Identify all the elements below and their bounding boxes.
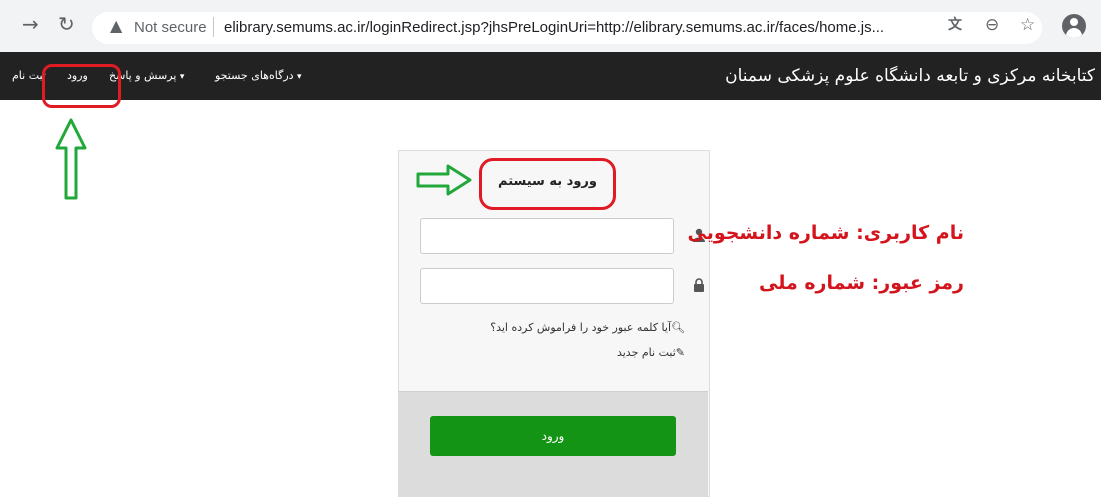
star-icon[interactable]: ☆ — [1020, 16, 1035, 34]
highlight-box-nav-login — [42, 64, 121, 108]
register-new-link[interactable]: ✎ثبت نام جدید — [617, 346, 685, 359]
lock-icon — [693, 278, 705, 295]
green-up-arrow-icon — [55, 118, 87, 200]
login-title: ورود به سیستم — [498, 174, 597, 189]
register-new-label: ثبت نام جدید — [616, 346, 676, 359]
nav-register[interactable]: ثبت نام — [12, 52, 46, 100]
nav-search-portals[interactable]: ▾ درگاه‌های جستجو — [215, 52, 302, 100]
not-secure-label[interactable]: Not secure — [134, 19, 207, 36]
nav-search-portals-label: درگاه‌های جستجو — [215, 69, 294, 82]
url-text[interactable]: elibrary.semums.ac.ir/loginRedirect.jsp?… — [224, 19, 884, 36]
password-hint: رمز عبور: شماره ملی — [758, 272, 964, 294]
password-input[interactable] — [420, 268, 674, 304]
forgot-password-link[interactable]: 🔍︎آیا کلمه عبور خود را فراموش کرده اید؟ — [490, 321, 685, 334]
username-input[interactable] — [420, 218, 674, 254]
profile-icon[interactable] — [1062, 14, 1086, 38]
warning-triangle-icon[interactable]: ▲ — [110, 16, 122, 35]
reload-icon[interactable]: ↻ — [58, 14, 75, 34]
zoom-icon[interactable]: ⊖ — [985, 16, 999, 34]
edit-icon: ✎ — [675, 346, 685, 359]
address-divider — [213, 17, 214, 37]
chevron-down-icon: ▾ — [179, 72, 185, 82]
translate-icon[interactable]: 文 — [948, 16, 962, 34]
site-brand[interactable]: کتابخانه مرکزی و تابعه دانشگاه علوم پزشک… — [725, 52, 1095, 100]
search-key-icon: 🔍︎ — [671, 321, 685, 334]
back-arrow-icon[interactable]: → — [22, 14, 39, 34]
chevron-down-icon: ▾ — [297, 72, 302, 82]
login-submit-button[interactable]: ورود — [430, 416, 676, 456]
forgot-password-label: آیا کلمه عبور خود را فراموش کرده اید؟ — [490, 321, 672, 334]
username-hint: نام کاربری: شماره دانشجویی — [687, 222, 964, 244]
green-right-arrow-icon — [416, 164, 472, 196]
